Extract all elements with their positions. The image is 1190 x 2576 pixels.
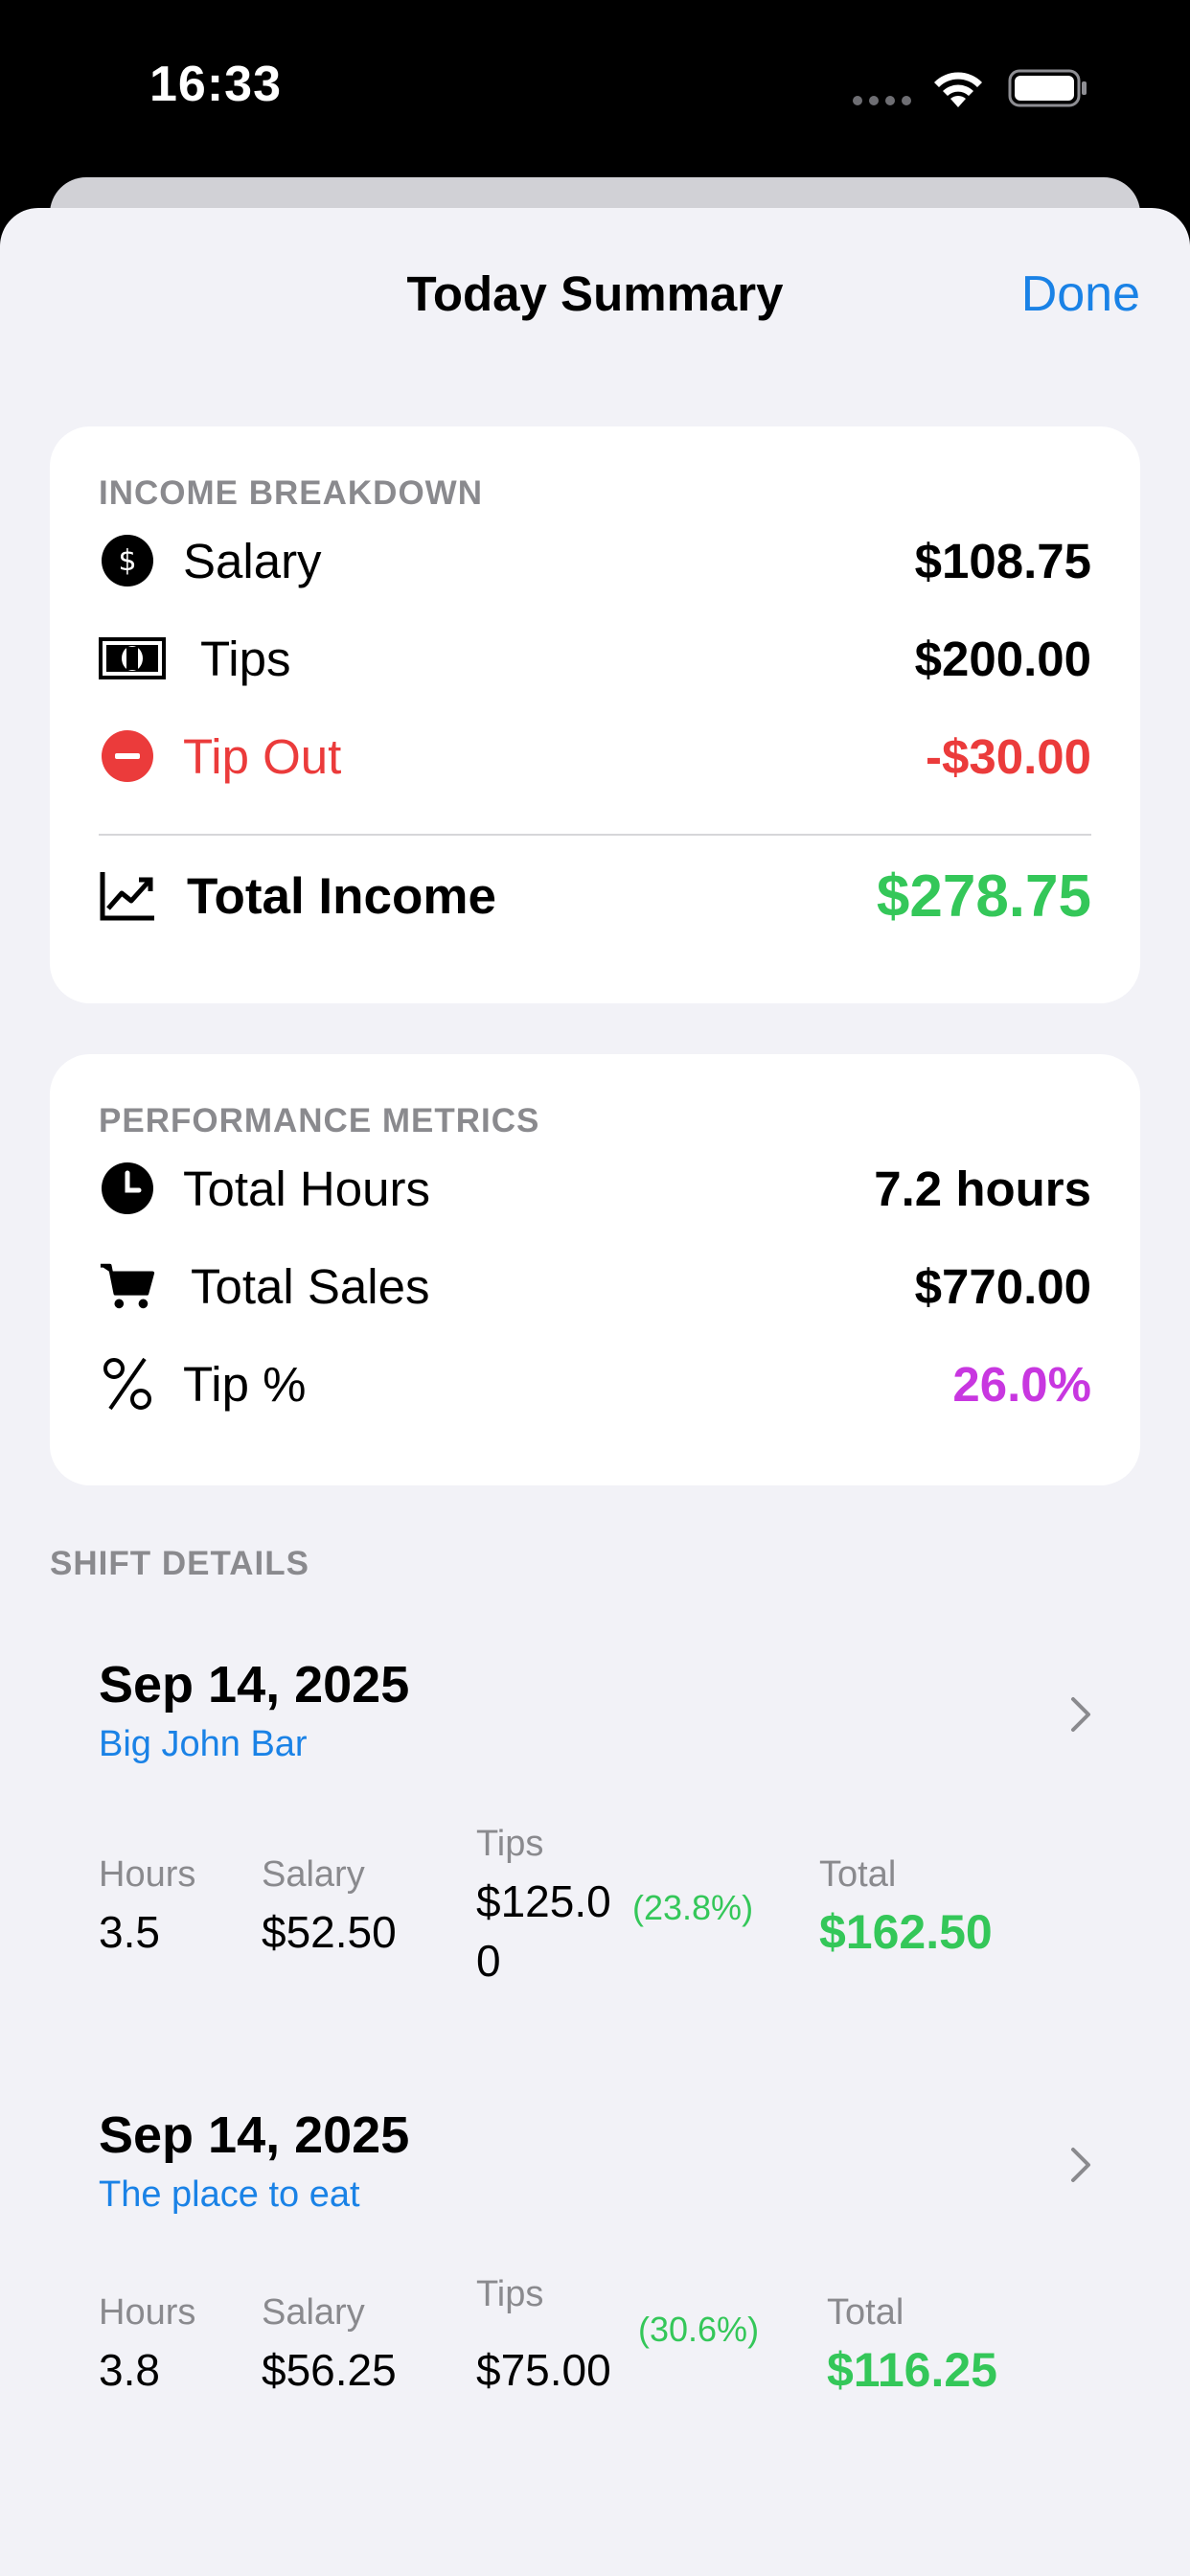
cart-icon bbox=[99, 1257, 156, 1315]
tips-value: $200.00 bbox=[914, 631, 1091, 686]
tips-label: Tips bbox=[476, 1824, 544, 1864]
total-label: Total bbox=[819, 1854, 897, 1895]
tip-percent: (23.8%) bbox=[632, 1888, 754, 1927]
total-sales-row: Total Sales $770.00 bbox=[99, 1253, 1091, 1320]
banknote-icon bbox=[99, 630, 166, 687]
percent-icon bbox=[99, 1355, 156, 1413]
metrics-section-header: PERFORMANCE METRICS bbox=[99, 1102, 540, 1139]
performance-metrics-card: PERFORMANCE METRICS Total Hours 7.2 hour… bbox=[50, 1054, 1140, 1485]
hours-label: Hours bbox=[99, 2292, 196, 2333]
wifi-icon bbox=[934, 72, 982, 107]
income-divider bbox=[99, 834, 1091, 836]
salary-label: Salary bbox=[183, 533, 322, 588]
chevron-right-icon bbox=[1071, 1697, 1090, 1732]
shift-row[interactable]: Sep 14, 2025 Big John Bar Hours 3.5 Sala… bbox=[50, 1655, 1140, 2038]
total-value: $162.50 bbox=[819, 1905, 993, 1959]
shift-place: The place to eat bbox=[99, 2174, 360, 2215]
tips-label: Tips bbox=[200, 631, 291, 686]
total-hours-row: Total Hours 7.2 hours bbox=[99, 1155, 1091, 1222]
tip-percent: (30.6%) bbox=[638, 2310, 760, 2349]
tips-row: Tips $200.00 bbox=[99, 625, 1091, 692]
summary-sheet: Today Summary Done INCOME BREAKDOWN $ Sa… bbox=[0, 208, 1190, 2576]
salary-value: $108.75 bbox=[914, 533, 1091, 588]
page-title: Today Summary bbox=[406, 266, 784, 321]
total-income-value: $278.75 bbox=[876, 862, 1091, 930]
shift-place: Big John Bar bbox=[99, 1724, 308, 1764]
total-hours-value: 7.2 hours bbox=[874, 1161, 1091, 1216]
tip-out-label: Tip Out bbox=[183, 728, 342, 784]
shift-date: Sep 14, 2025 bbox=[99, 1656, 410, 1714]
tips-value: $125.00 bbox=[476, 1876, 611, 1986]
tip-percent-value: 26.0% bbox=[952, 1356, 1091, 1412]
tip-out-row: Tip Out -$30.00 bbox=[99, 723, 1091, 790]
salary-label: Salary bbox=[262, 1854, 365, 1895]
hours-value: 3.5 bbox=[99, 1907, 160, 1957]
tip-out-value: -$30.00 bbox=[926, 728, 1091, 784]
tip-percent-label: Tip % bbox=[183, 1356, 307, 1412]
total-sales-value: $770.00 bbox=[914, 1258, 1091, 1314]
status-bar: 16:33 bbox=[0, 0, 1190, 177]
minus-circle-icon bbox=[99, 727, 156, 785]
svg-text:$: $ bbox=[118, 544, 136, 578]
income-breakdown-card: INCOME BREAKDOWN $ Salary $108.75 Tips $… bbox=[50, 426, 1140, 1003]
salary-row: $ Salary $108.75 bbox=[99, 527, 1091, 594]
dollar-circle-icon: $ bbox=[99, 532, 156, 589]
chart-line-icon bbox=[99, 867, 156, 925]
hours-value: 3.8 bbox=[99, 2345, 160, 2395]
income-section-header: INCOME BREAKDOWN bbox=[99, 474, 483, 512]
status-time: 16:33 bbox=[149, 57, 282, 112]
total-value: $116.25 bbox=[827, 2343, 997, 2397]
hours-label: Hours bbox=[99, 1854, 196, 1895]
total-hours-label: Total Hours bbox=[183, 1161, 430, 1216]
battery-icon bbox=[1008, 69, 1087, 107]
done-button[interactable]: Done bbox=[1021, 265, 1140, 323]
clock-icon bbox=[99, 1160, 156, 1217]
shift-row[interactable]: Sep 14, 2025 The place to eat Hours 3.8 … bbox=[50, 2105, 1140, 2489]
shift-date: Sep 14, 2025 bbox=[99, 2106, 410, 2164]
chevron-right-icon bbox=[1071, 2148, 1090, 2182]
total-income-label: Total Income bbox=[187, 867, 496, 925]
total-income-row: Total Income $278.75 bbox=[99, 862, 1091, 930]
total-label: Total bbox=[827, 2292, 904, 2333]
salary-value: $52.50 bbox=[262, 1907, 397, 1957]
tips-value: $75.00 bbox=[476, 2345, 611, 2395]
tips-label: Tips bbox=[476, 2274, 544, 2314]
salary-value: $56.25 bbox=[262, 2345, 397, 2395]
shift-details-header: SHIFT DETAILS bbox=[50, 1545, 309, 1582]
tip-percent-row: Tip % 26.0% bbox=[99, 1350, 1091, 1417]
signal-dots-icon bbox=[853, 96, 911, 105]
total-sales-label: Total Sales bbox=[191, 1258, 430, 1314]
salary-label: Salary bbox=[262, 2292, 365, 2333]
